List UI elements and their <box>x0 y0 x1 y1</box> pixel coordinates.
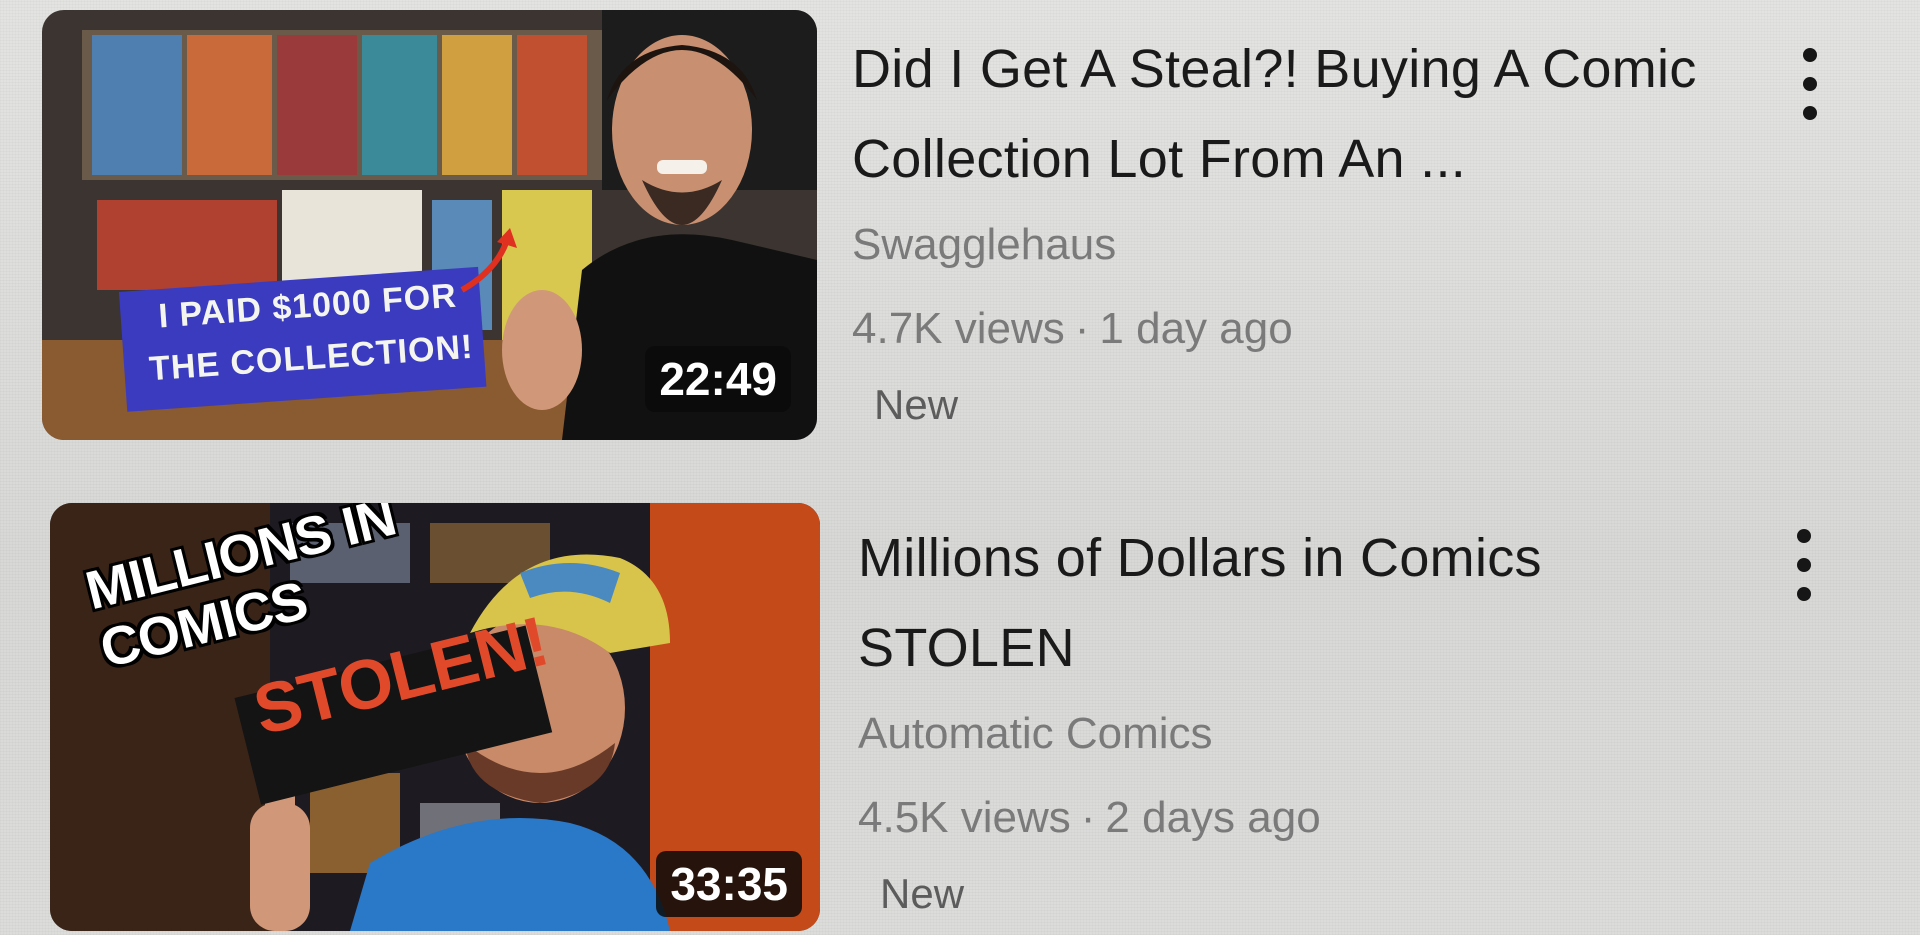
video-item[interactable]: I PAID $1000 FOR THE COLLECTION! 22:49 D… <box>0 10 1920 450</box>
video-thumbnail[interactable]: MILLIONS IN COMICS STOLEN! 33:35 <box>50 503 820 931</box>
separator-dot: · <box>1074 304 1090 353</box>
video-details: Did I Get A Steal?! Buying A Comic Colle… <box>852 24 1752 430</box>
kebab-dot <box>1803 77 1817 91</box>
more-vert-icon[interactable] <box>1790 48 1830 138</box>
video-item[interactable]: MILLIONS IN COMICS STOLEN! 33:35 Million… <box>0 503 1920 935</box>
video-thumbnail[interactable]: I PAID $1000 FOR THE COLLECTION! 22:49 <box>42 10 817 440</box>
kebab-dot <box>1803 48 1817 62</box>
upload-age: 1 day ago <box>1099 304 1293 353</box>
video-title[interactable]: Did I Get A Steal?! Buying A Comic Colle… <box>852 24 1752 204</box>
video-duration: 22:49 <box>645 346 791 412</box>
kebab-dot <box>1797 529 1811 543</box>
video-stats: 4.5K views · 2 days ago <box>858 791 1758 845</box>
video-details: Millions of Dollars in Comics STOLEN Aut… <box>858 513 1758 919</box>
video-title[interactable]: Millions of Dollars in Comics STOLEN <box>858 513 1678 693</box>
new-badge: New <box>874 381 959 428</box>
kebab-dot <box>1797 587 1811 601</box>
video-stats: 4.7K views · 1 day ago <box>852 302 1752 356</box>
separator-dot: · <box>1080 793 1096 842</box>
kebab-dot <box>1797 558 1811 572</box>
video-list: I PAID $1000 FOR THE COLLECTION! 22:49 D… <box>0 0 1920 935</box>
channel-name[interactable]: Swagglehaus <box>852 218 1752 272</box>
kebab-dot <box>1803 106 1817 120</box>
channel-name[interactable]: Automatic Comics <box>858 707 1758 761</box>
new-badge: New <box>880 870 965 917</box>
upload-age: 2 days ago <box>1105 793 1321 842</box>
view-count: 4.7K views <box>852 304 1065 353</box>
more-vert-icon[interactable] <box>1784 529 1824 619</box>
view-count: 4.5K views <box>858 793 1071 842</box>
video-duration: 33:35 <box>656 851 802 917</box>
